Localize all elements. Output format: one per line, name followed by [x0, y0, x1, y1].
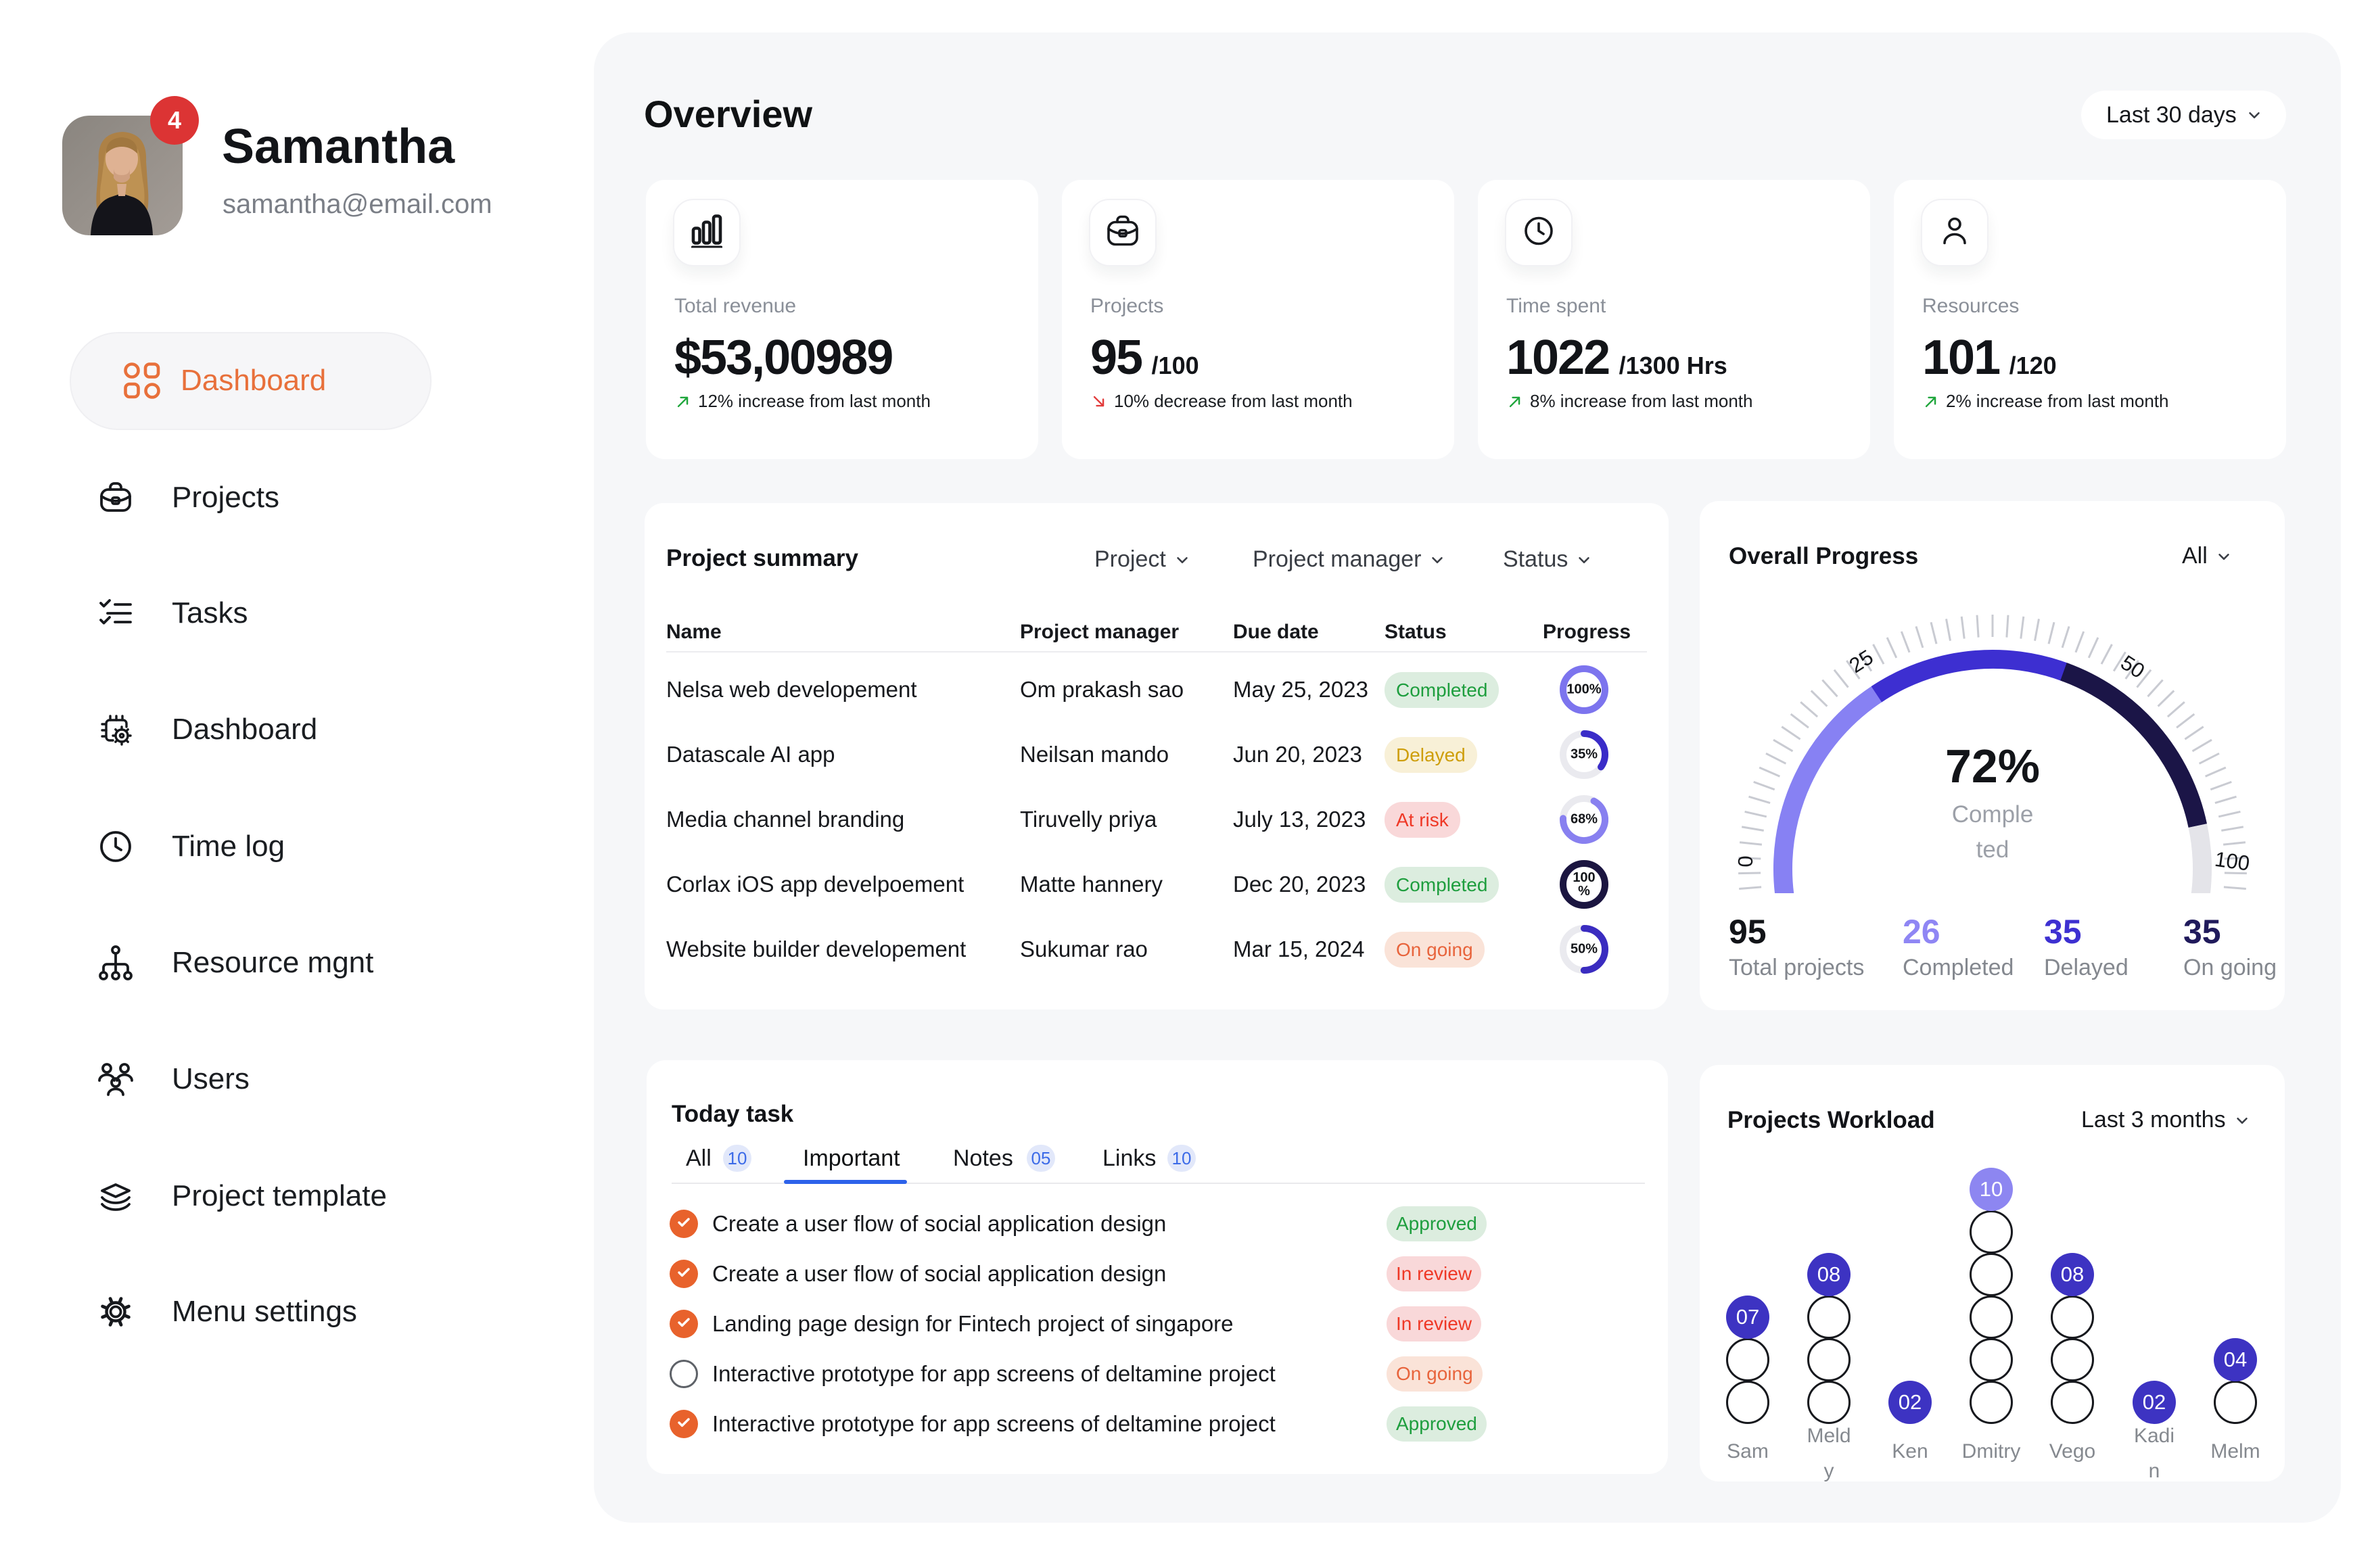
svg-text:0: 0	[1734, 855, 1757, 867]
svg-text:25: 25	[1845, 645, 1878, 678]
svg-text:100: 100	[2213, 847, 2251, 876]
